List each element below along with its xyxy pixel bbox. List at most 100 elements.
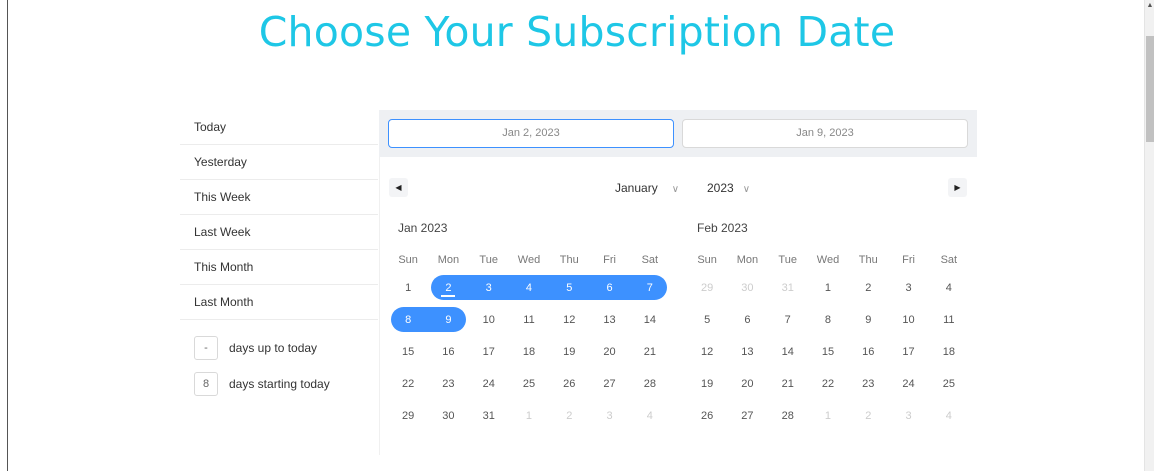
day-number: 28 (781, 410, 794, 422)
calendar-panel: ◀ January ∨ 2023 ∨ ▶ Jan 2023 Feb 2023 Sun… (379, 157, 977, 455)
day-cell[interactable]: 16 (848, 336, 888, 368)
weekday-header: Sun Mon Tue Wed Thu Fri Sat (388, 249, 670, 272)
day-cell[interactable]: 9 (848, 304, 888, 336)
day-cell[interactable]: 23 (848, 368, 888, 400)
day-cell[interactable]: 21 (630, 336, 670, 368)
day-number: 19 (563, 346, 576, 358)
day-cell[interactable]: 3 (888, 272, 928, 304)
day-cell[interactable]: 15 (388, 336, 428, 368)
day-cell-outside-month: 2 (549, 400, 589, 432)
day-cell-selected[interactable]: 5 (549, 272, 589, 304)
day-number: 20 (603, 346, 616, 358)
day-cell[interactable]: 25 (929, 368, 969, 400)
month-select[interactable]: January ∨ (615, 181, 679, 195)
day-cell[interactable]: 13 (727, 336, 767, 368)
day-number: 3 (905, 282, 912, 294)
day-cell-selected[interactable]: 3 (469, 272, 509, 304)
day-number: 25 (942, 378, 955, 390)
day-cell[interactable]: 2 (848, 272, 888, 304)
weekday-label: Sun (697, 254, 717, 266)
day-cell[interactable]: 11 (929, 304, 969, 336)
day-cell[interactable]: 23 (428, 368, 468, 400)
day-cell[interactable]: 12 (549, 304, 589, 336)
day-cell-selected[interactable]: 6 (589, 272, 629, 304)
day-cell[interactable]: 14 (630, 304, 670, 336)
day-cell[interactable]: 15 (808, 336, 848, 368)
day-cell[interactable]: 17 (888, 336, 928, 368)
preset-last-week[interactable]: Last Week (180, 215, 378, 250)
preset-this-month[interactable]: This Month (180, 250, 378, 285)
week-row: 22 23 24 25 26 27 28 (388, 368, 670, 400)
day-cell[interactable]: 27 (589, 368, 629, 400)
day-cell[interactable]: 25 (509, 368, 549, 400)
day-cell-outside-month: 2 (848, 400, 888, 432)
prev-month-icon[interactable]: ◀ (389, 178, 408, 197)
day-number: 27 (741, 410, 754, 422)
day-cell-selected[interactable]: 8 (388, 304, 428, 336)
day-cell[interactable]: 8 (808, 304, 848, 336)
day-cell[interactable]: 1 (388, 272, 428, 304)
day-cell-selected[interactable]: 2 (428, 272, 468, 304)
day-cell[interactable]: 26 (687, 400, 727, 432)
day-cell[interactable]: 20 (727, 368, 767, 400)
next-month-icon[interactable]: ▶ (948, 178, 967, 197)
day-cell[interactable]: 10 (888, 304, 928, 336)
day-cell[interactable]: 14 (768, 336, 808, 368)
day-number: 30 (741, 282, 754, 294)
day-cell[interactable]: 10 (469, 304, 509, 336)
day-number: 3 (606, 410, 613, 422)
day-cell[interactable]: 4 (929, 272, 969, 304)
day-cell[interactable]: 19 (687, 368, 727, 400)
day-cell[interactable]: 7 (768, 304, 808, 336)
day-cell[interactable]: 24 (469, 368, 509, 400)
end-date-input[interactable]: Jan 9, 2023 (682, 119, 968, 148)
day-cell[interactable]: 26 (549, 368, 589, 400)
preset-yesterday[interactable]: Yesterday (180, 145, 378, 180)
day-cell[interactable]: 27 (727, 400, 767, 432)
day-number: 28 (643, 378, 656, 390)
day-cell[interactable]: 31 (469, 400, 509, 432)
day-cell[interactable]: 19 (549, 336, 589, 368)
day-cell[interactable]: 22 (808, 368, 848, 400)
week-row: 8 9 10 11 12 13 14 (388, 304, 670, 336)
day-cell[interactable]: 16 (428, 336, 468, 368)
day-cell[interactable]: 1 (808, 272, 848, 304)
day-number: 15 (402, 346, 415, 358)
day-cell[interactable]: 24 (888, 368, 928, 400)
week-row: 19 20 21 22 23 24 25 (687, 368, 969, 400)
day-cell[interactable]: 5 (687, 304, 727, 336)
day-cell[interactable]: 18 (509, 336, 549, 368)
preset-this-week[interactable]: This Week (180, 180, 378, 215)
start-date-input[interactable]: Jan 2, 2023 (388, 119, 674, 148)
day-cell[interactable]: 17 (469, 336, 509, 368)
day-cell[interactable]: 11 (509, 304, 549, 336)
day-number: 18 (522, 346, 536, 358)
day-cell[interactable]: 12 (687, 336, 727, 368)
day-cell[interactable]: 13 (589, 304, 629, 336)
day-cell[interactable]: 6 (727, 304, 767, 336)
day-number: 26 (563, 378, 576, 390)
day-cell[interactable]: 30 (428, 400, 468, 432)
year-select[interactable]: 2023 ∨ (707, 181, 750, 195)
day-number: 9 (865, 314, 872, 326)
day-cell-outside-month: 4 (929, 400, 969, 432)
day-number: 2 (865, 282, 872, 294)
day-number: 26 (701, 410, 714, 422)
days-up-to-today-input[interactable]: - (194, 336, 218, 360)
day-cell[interactable]: 21 (768, 368, 808, 400)
day-cell[interactable]: 22 (388, 368, 428, 400)
day-cell[interactable]: 28 (630, 368, 670, 400)
day-cell[interactable]: 18 (929, 336, 969, 368)
day-cell[interactable]: 29 (388, 400, 428, 432)
day-cell-selected[interactable]: 4 (509, 272, 549, 304)
days-starting-today-input[interactable]: 8 (194, 372, 218, 396)
month-grid-feb: Sun Mon Tue Wed Thu Fri Sat 29 30 31 1 2 3 4 5 6 7 8 9 10 11… (687, 249, 969, 432)
day-cell[interactable]: 20 (589, 336, 629, 368)
chevron-down-icon: ∨ (742, 184, 751, 195)
day-cell[interactable]: 28 (768, 400, 808, 432)
day-cell-selected[interactable]: 7 (630, 272, 670, 304)
vertical-scrollbar[interactable]: ▲ (1144, 0, 1154, 471)
day-cell-selected[interactable]: 9 (428, 304, 468, 336)
preset-last-month[interactable]: Last Month (180, 285, 378, 320)
preset-today[interactable]: Today (180, 110, 378, 145)
